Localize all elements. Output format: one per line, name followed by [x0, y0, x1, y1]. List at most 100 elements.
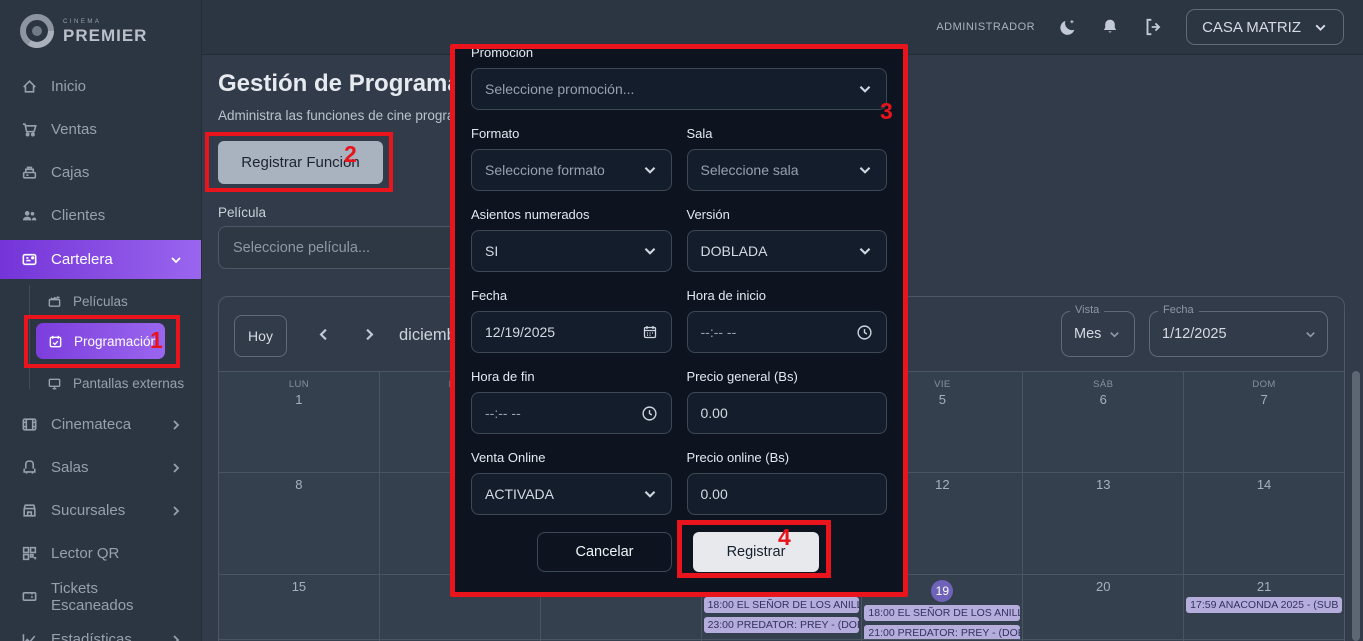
sidebar-item-cinemateca[interactable]: Cinemateca	[0, 403, 201, 446]
venta-online-select[interactable]: ACTIVADA	[471, 473, 672, 515]
monitor-icon	[47, 376, 62, 391]
sidebar-item-sucursales[interactable]: Sucursales	[0, 489, 201, 532]
calendar-day-cell[interactable]: 13	[1023, 473, 1183, 574]
seat-icon	[21, 459, 38, 476]
user-role-label: ADMINISTRADOR	[936, 21, 1035, 33]
sidebar-item-pantallas-externas[interactable]: Pantallas externas	[0, 365, 201, 401]
clapperboard-icon	[47, 294, 62, 309]
day-number: 8	[219, 477, 379, 492]
chevron-down-icon	[1304, 328, 1317, 341]
sidebar-item-label: Estadísticas	[51, 631, 132, 641]
date-selector-label: Fecha	[1158, 304, 1199, 316]
version-label: Versión	[687, 207, 888, 222]
sidebar-item-clientes[interactable]: Clientes	[0, 194, 201, 237]
sidebar-item-programacion[interactable]: Programación	[36, 323, 165, 359]
precio-general-label: Precio general (Bs)	[687, 369, 888, 384]
dark-mode-moon-icon[interactable]	[1057, 17, 1078, 38]
formato-select[interactable]: Seleccione formato	[471, 149, 672, 191]
date-selector[interactable]: Fecha 1/12/2025	[1149, 311, 1328, 357]
fecha-input[interactable]: 12/19/2025	[471, 311, 672, 353]
sidebar-item-label: Clientes	[51, 207, 105, 224]
chevron-down-icon	[1108, 328, 1121, 341]
cancel-button[interactable]: Cancelar	[537, 532, 672, 572]
sidebar-item-label: Sucursales	[51, 502, 125, 519]
sidebar-item-label: Ventas	[51, 121, 97, 138]
calendar-day-cell[interactable]: SÁB6	[1023, 372, 1183, 472]
submit-register-button[interactable]: Registrar	[693, 532, 819, 572]
sidebar-item-inicio[interactable]: Inicio	[0, 65, 201, 108]
day-events: 18:00 EL SEÑOR DE LOS ANILL 21:00 PREDATO…	[862, 605, 1022, 639]
sidebar-item-tickets-escaneados[interactable]: Tickets Escaneados	[0, 575, 201, 618]
day-number: 7	[1184, 392, 1344, 407]
sidebar-item-peliculas[interactable]: Películas	[0, 283, 201, 319]
sidebar-item-lector-qr[interactable]: Lector QR	[0, 532, 201, 575]
calendar-day-cell[interactable]: 2117:59 ANACONDA 2025 - (SUB	[1184, 575, 1344, 639]
day-events: 18:00 EL SEÑOR DE LOS ANILL 23:00 PREDATO…	[702, 597, 862, 633]
sidebar-item-salas[interactable]: Salas	[0, 446, 201, 489]
calendar-event-chip[interactable]: 18:00 EL SEÑOR DE LOS ANILL	[704, 597, 860, 613]
notifications-bell-icon[interactable]	[1100, 17, 1120, 37]
asientos-select[interactable]: SI	[471, 230, 672, 272]
calendar-day-cell[interactable]: 8	[219, 473, 379, 574]
chevron-down-icon	[857, 243, 873, 259]
weekday-label: DOM	[1184, 379, 1344, 390]
calendar-event-chip[interactable]: 21:00 PREDATOR: PREY - (DOB	[864, 625, 1020, 639]
calendar-event-chip[interactable]: 18:00 EL SEÑOR DE LOS ANILL	[864, 605, 1020, 621]
vertical-scrollbar[interactable]	[1352, 371, 1360, 641]
today-badge: 19	[931, 580, 953, 602]
sidebar-item-cartelera[interactable]: Cartelera	[0, 240, 201, 279]
sidebar-item-ventas[interactable]: Ventas	[0, 108, 201, 151]
sidebar-item-cajas[interactable]: Cajas	[0, 151, 201, 194]
formato-label: Formato	[471, 126, 672, 141]
branch-selector-value: CASA MATRIZ	[1202, 19, 1301, 36]
sidebar-item-label: Tickets Escaneados	[51, 580, 183, 614]
chevron-right-icon	[169, 418, 183, 432]
date-selector-value: 1/12/2025	[1162, 326, 1227, 342]
calendar-day-cell[interactable]: 15	[219, 575, 379, 639]
promo-select[interactable]: Seleccione promoción...	[471, 68, 887, 110]
hora-inicio-label: Hora de inicio	[687, 288, 888, 303]
calendar-day-cell[interactable]: DOM 7	[1184, 372, 1344, 472]
movie-select-placeholder: Seleccione película...	[233, 240, 370, 256]
view-selector[interactable]: Vista Mes	[1061, 311, 1135, 357]
calendar-day-cell[interactable]: 20	[1023, 575, 1183, 639]
weekday-label: SÁB	[1023, 379, 1183, 390]
sala-select[interactable]: Seleccione sala	[687, 149, 888, 191]
register-function-modal: Promoción Seleccione promoción... Format…	[450, 44, 908, 597]
sidebar-nav: Inicio Ventas Cajas Clientes Cartelera	[0, 65, 201, 641]
hora-fin-input[interactable]: --:-- --	[471, 392, 672, 434]
calendar-day-cell[interactable]: LUN1	[219, 372, 379, 472]
brand-tagline: CINEMA	[63, 19, 147, 25]
today-button[interactable]: Hoy	[234, 315, 287, 357]
calendar-event-chip[interactable]: 23:00 PREDATOR: PREY - (DOB	[704, 617, 860, 633]
hora-inicio-input[interactable]: --:-- --	[687, 311, 888, 353]
chevron-down-icon	[169, 253, 183, 267]
chevron-down-icon	[1313, 20, 1328, 35]
register-function-button[interactable]: Registrar Función	[218, 141, 383, 184]
sidebar-item-estadisticas[interactable]: Estadísticas	[0, 618, 201, 641]
brand-logo-icon	[19, 13, 55, 49]
calendar-event-chip[interactable]: 17:59 ANACONDA 2025 - (SUB	[1186, 597, 1342, 613]
sidebar-item-label: Inicio	[51, 78, 86, 95]
precio-online-input[interactable]: 0.00	[687, 473, 888, 515]
calendar-day-cell[interactable]: 14	[1184, 473, 1344, 574]
store-icon	[21, 502, 38, 519]
brand-name: PREMIER	[63, 27, 147, 44]
chevron-down-icon	[642, 243, 658, 259]
calendar-check-icon	[48, 334, 63, 349]
precio-general-input[interactable]: 0.00	[687, 392, 888, 434]
sidebar-item-label: Cinemateca	[51, 416, 131, 433]
view-selector-label: Vista	[1070, 304, 1104, 316]
day-number: 20	[1023, 579, 1183, 594]
chevron-right-icon	[169, 461, 183, 475]
film-icon	[21, 416, 38, 433]
sidebar-item-label: Programación	[74, 334, 158, 349]
version-select[interactable]: DOBLADA	[687, 230, 888, 272]
billboard-icon	[21, 251, 38, 268]
sidebar-item-label: Películas	[73, 294, 128, 309]
logout-icon[interactable]	[1142, 16, 1164, 38]
prev-month-icon[interactable]	[315, 326, 332, 343]
day-events: 17:59 ANACONDA 2025 - (SUB	[1184, 597, 1344, 613]
branch-selector[interactable]: CASA MATRIZ	[1186, 9, 1344, 45]
next-month-icon[interactable]	[361, 326, 378, 343]
